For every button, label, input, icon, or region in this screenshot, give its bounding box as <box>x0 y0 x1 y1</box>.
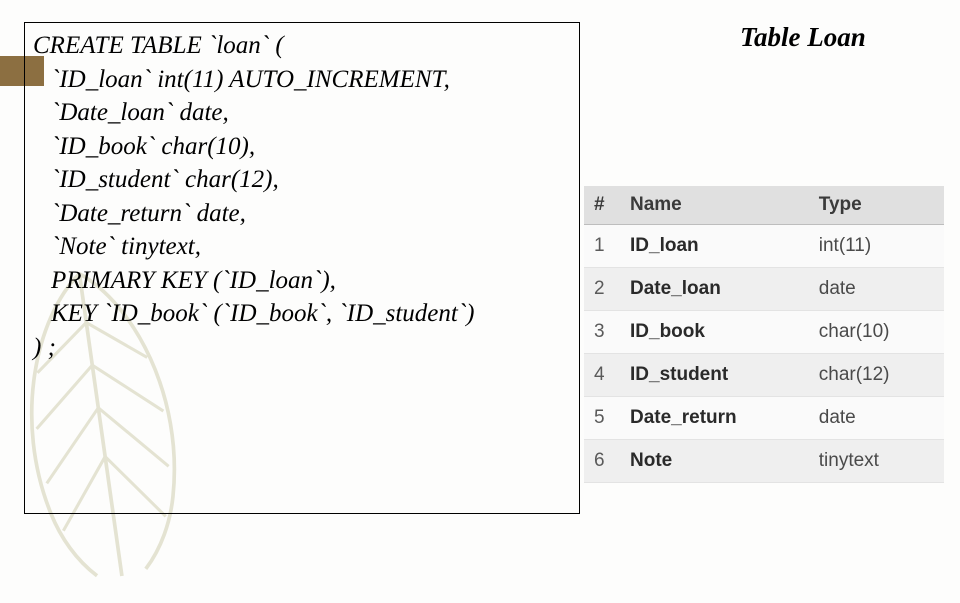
cell-num: 4 <box>584 354 620 397</box>
sql-line: KEY `ID_book` (`ID_book`, `ID_student`) <box>33 297 571 331</box>
header-type: Type <box>809 186 944 225</box>
table-header-row: # Name Type <box>584 186 944 225</box>
cell-type: date <box>809 397 944 440</box>
table-row: 6 Note tinytext <box>584 440 944 483</box>
table-row: 2 Date_loan date <box>584 268 944 311</box>
sql-line: `ID_student` char(12), <box>33 163 571 197</box>
sql-line: `Date_loan` date, <box>33 96 571 130</box>
cell-name: ID_loan <box>620 225 809 268</box>
sql-line: `ID_loan` int(11) AUTO_INCREMENT, <box>33 63 571 97</box>
cell-num: 2 <box>584 268 620 311</box>
sql-line: `Note` tinytext, <box>33 230 571 264</box>
cell-type: int(11) <box>809 225 944 268</box>
cell-name: Date_loan <box>620 268 809 311</box>
cell-type: char(10) <box>809 311 944 354</box>
header-name: Name <box>620 186 809 225</box>
cell-num: 6 <box>584 440 620 483</box>
sql-line: CREATE TABLE `loan` ( <box>33 32 284 59</box>
cell-type: tinytext <box>809 440 944 483</box>
sql-code-box: CREATE TABLE `loan` ( `ID_loan` int(11) … <box>24 22 580 514</box>
sql-line: `Date_return` date, <box>33 197 571 231</box>
cell-type: date <box>809 268 944 311</box>
header-num: # <box>584 186 620 225</box>
table-row: 3 ID_book char(10) <box>584 311 944 354</box>
page-title: Table Loan <box>740 22 866 53</box>
cell-name: Note <box>620 440 809 483</box>
cell-name: ID_book <box>620 311 809 354</box>
cell-name: ID_student <box>620 354 809 397</box>
table-row: 5 Date_return date <box>584 397 944 440</box>
table-row: 4 ID_student char(12) <box>584 354 944 397</box>
cell-num: 5 <box>584 397 620 440</box>
sql-line: `ID_book` char(10), <box>33 130 571 164</box>
cell-num: 1 <box>584 225 620 268</box>
table-row: 1 ID_loan int(11) <box>584 225 944 268</box>
sql-line: ) ; <box>33 334 56 361</box>
cell-name: Date_return <box>620 397 809 440</box>
sql-line: PRIMARY KEY (`ID_loan`), <box>33 264 571 298</box>
cell-type: char(12) <box>809 354 944 397</box>
schema-table: # Name Type 1 ID_loan int(11) 2 Date_loa… <box>584 186 944 483</box>
cell-num: 3 <box>584 311 620 354</box>
